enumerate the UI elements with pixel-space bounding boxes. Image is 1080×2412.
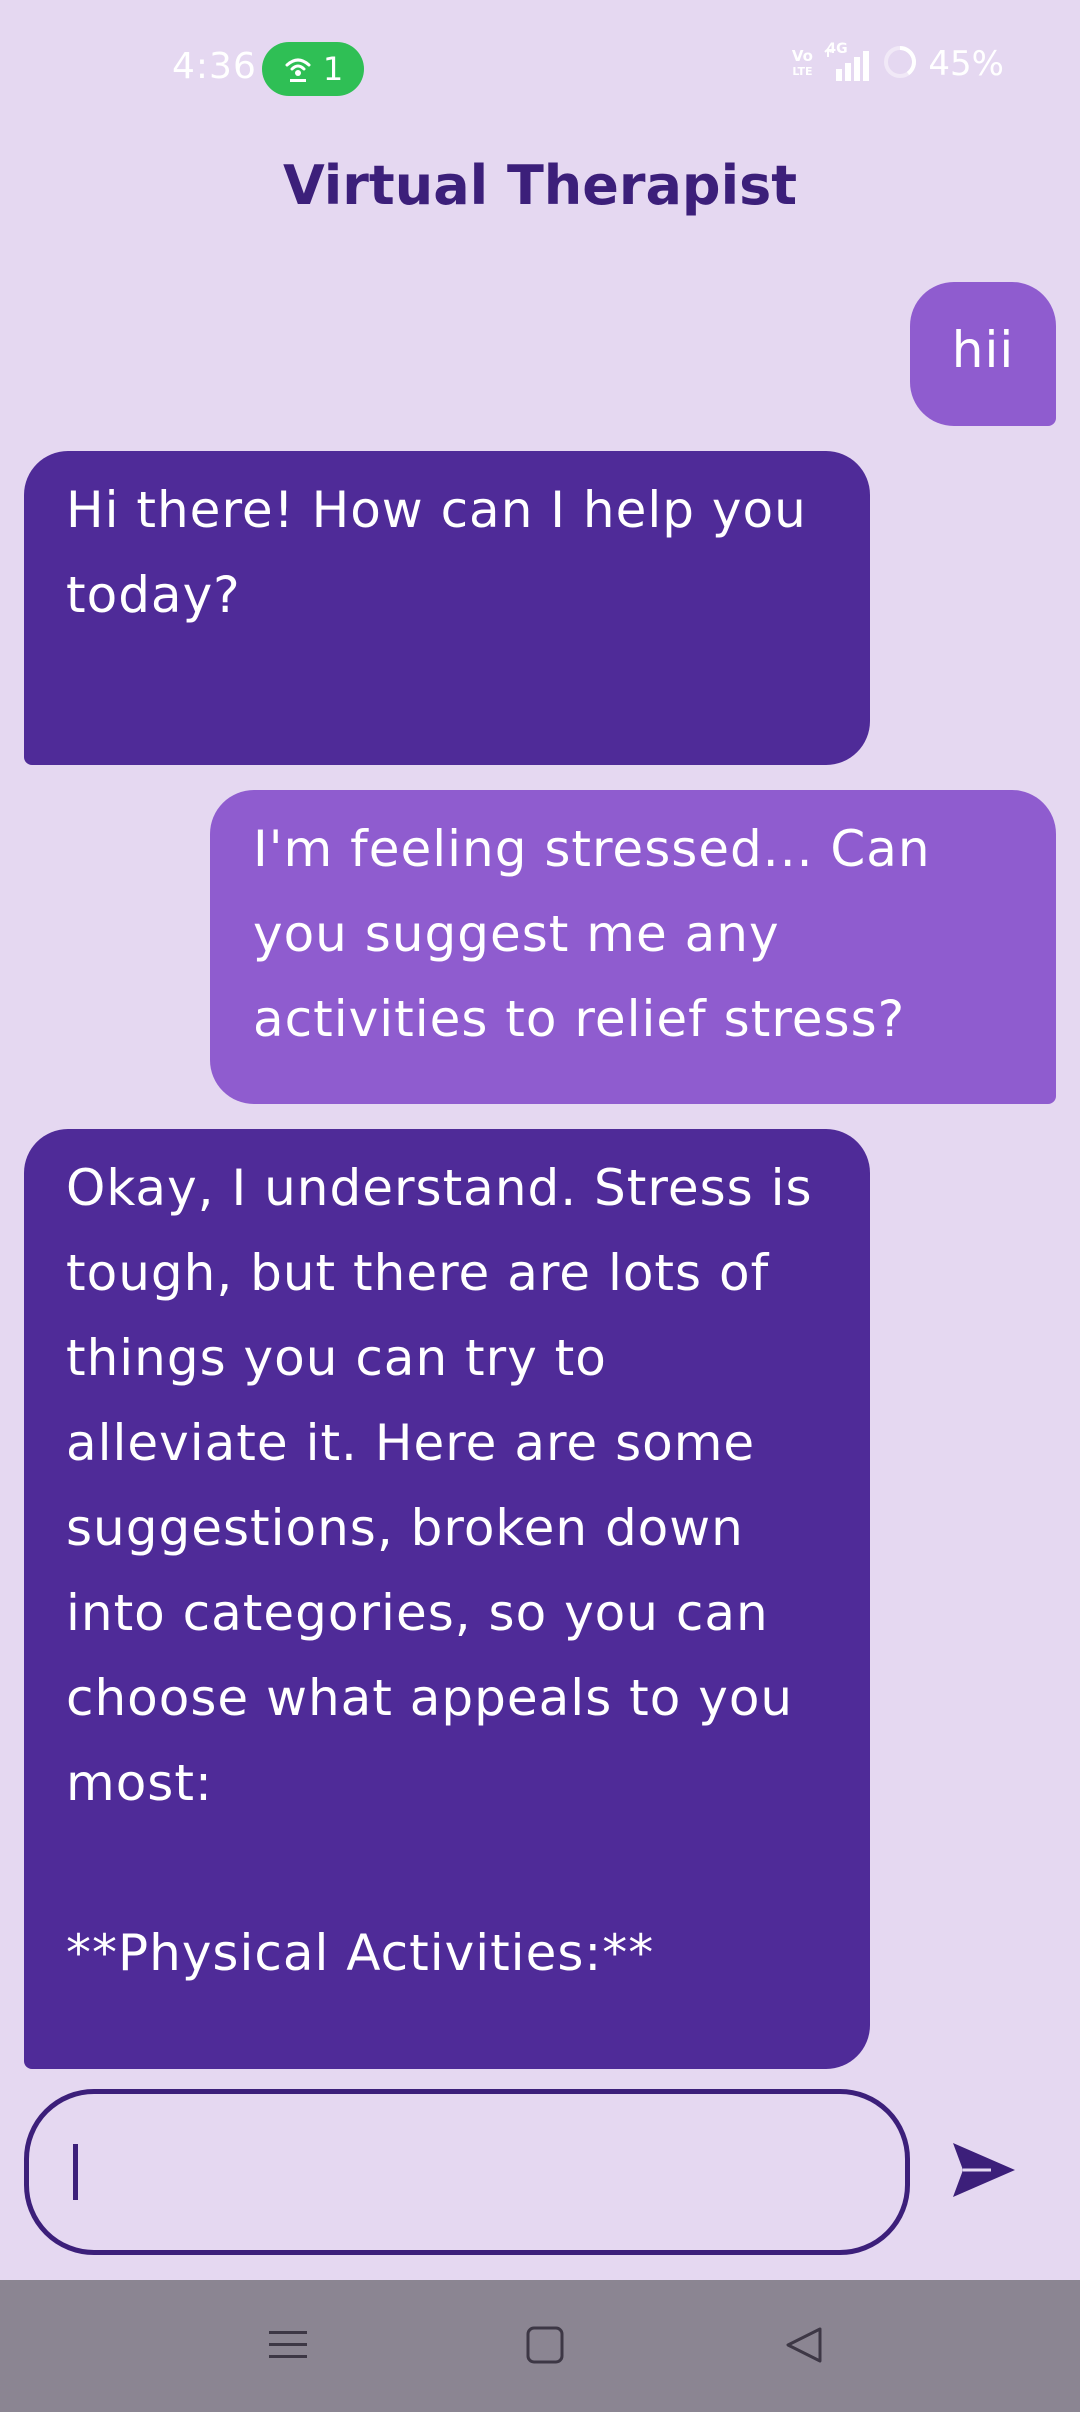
hotspot-indicator[interactable]: 1: [262, 42, 364, 96]
system-nav-bar: [0, 2280, 1080, 2412]
message-input-container[interactable]: [24, 2089, 910, 2255]
hotspot-icon: [283, 54, 313, 84]
hotspot-count: 1: [322, 50, 344, 88]
home-icon: [525, 2325, 565, 2369]
signal-icon: 4G: [824, 41, 872, 81]
status-time: 4:36: [172, 46, 257, 87]
status-icons: Vo LTE 4G 45%: [790, 41, 1004, 84]
user-message: I'm feeling stressed... Can you suggest …: [210, 790, 1056, 1104]
back-icon: [784, 2325, 824, 2369]
page-title: Virtual Therapist: [282, 154, 798, 217]
battery-percent: 45%: [928, 44, 1004, 84]
bot-message: Okay, I understand. Stress is tough, but…: [24, 1129, 870, 2069]
recent-apps-button[interactable]: [258, 2322, 318, 2372]
volte-indicator: Vo LTE: [791, 47, 813, 79]
status-bar: 4:36 1 Vo LTE 4G 45%: [0, 0, 1080, 140]
send-button[interactable]: [944, 2132, 1024, 2212]
user-message: hii: [910, 282, 1056, 426]
bot-message: Hi there! How can I help you today?: [24, 451, 870, 765]
message-input[interactable]: [69, 2142, 853, 2202]
home-button[interactable]: [515, 2322, 575, 2372]
back-button[interactable]: [774, 2322, 834, 2372]
text-cursor: [73, 2144, 78, 2200]
battery-ring-icon: [882, 44, 918, 84]
send-icon: [951, 2141, 1017, 2203]
menu-icon: [268, 2327, 308, 2367]
